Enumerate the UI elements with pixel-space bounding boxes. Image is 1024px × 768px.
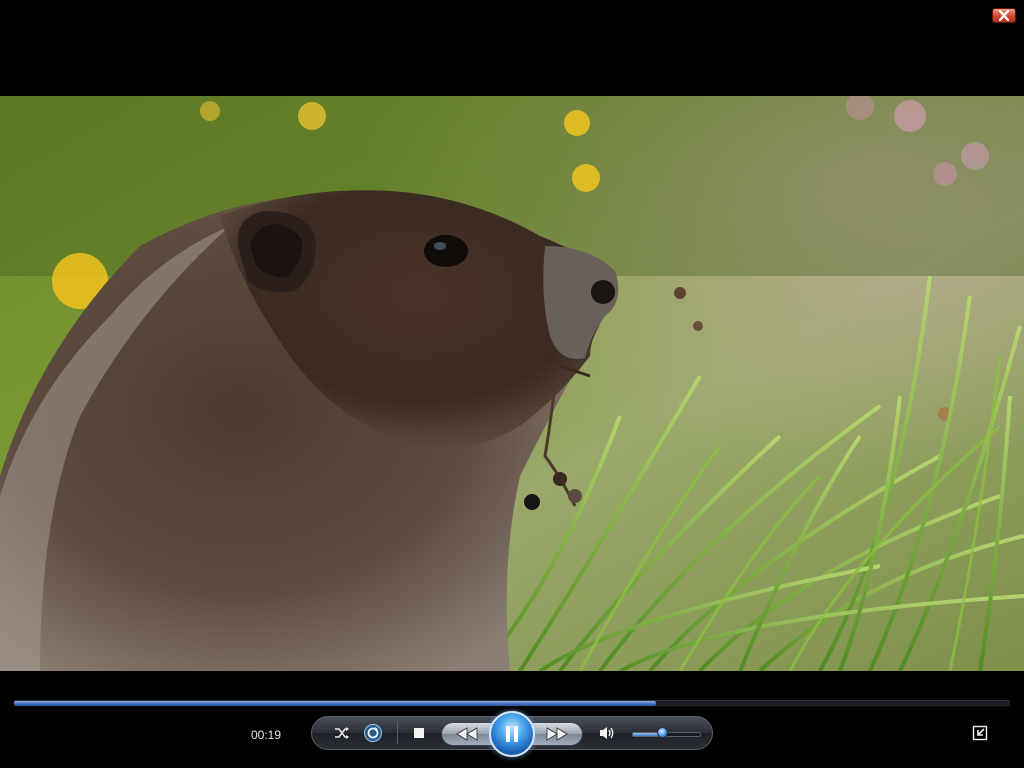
stop-icon <box>414 728 424 738</box>
speaker-icon <box>600 727 614 739</box>
seek-bar[interactable] <box>14 700 1010 707</box>
fullscreen-button[interactable] <box>972 725 988 741</box>
video-image <box>0 96 1024 671</box>
shuffle-button[interactable] <box>332 723 352 743</box>
close-icon <box>998 10 1010 21</box>
repeat-button[interactable] <box>362 722 384 744</box>
volume-thumb[interactable] <box>656 727 668 738</box>
exit-fullscreen-icon <box>972 725 988 741</box>
mute-button[interactable] <box>597 724 617 742</box>
play-pause-button[interactable] <box>489 711 535 757</box>
divider <box>397 722 398 744</box>
video-frame[interactable] <box>0 96 1024 671</box>
shuffle-icon <box>335 727 349 739</box>
repeat-icon <box>364 724 382 742</box>
stop-button[interactable] <box>410 724 428 742</box>
seek-bar-progress <box>14 701 657 706</box>
previous-button[interactable] <box>448 724 486 744</box>
close-button[interactable] <box>992 8 1016 23</box>
rewind-icon <box>456 727 478 741</box>
fast-forward-icon <box>546 727 568 741</box>
next-button[interactable] <box>538 724 576 744</box>
pause-icon <box>506 726 518 742</box>
current-time: 00:19 <box>250 728 282 742</box>
